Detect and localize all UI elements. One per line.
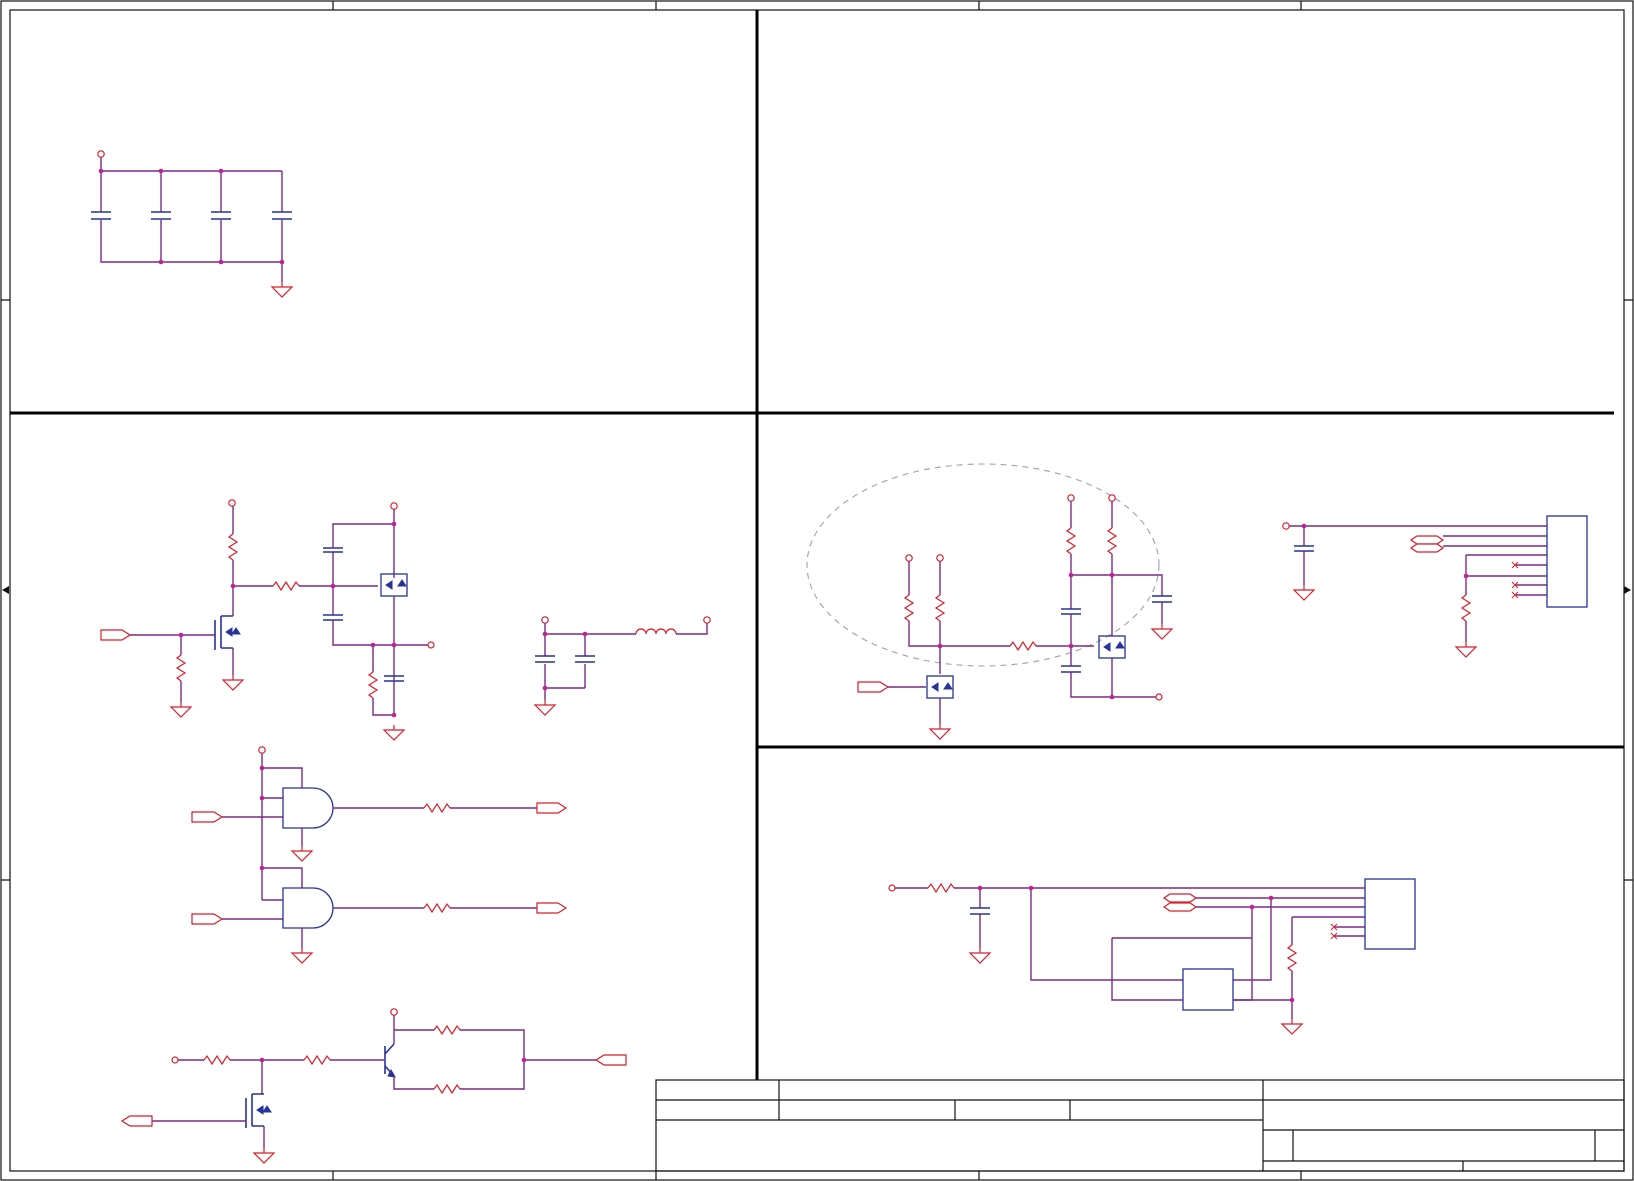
mosfet-load-switch [100,499,435,741]
mosfet-switch-circuit [806,463,1173,740]
resistor-r1 [903,594,915,622]
capacitor-c1 [91,211,111,220]
resistor-r8 [1286,944,1298,972]
supply-terminal [888,884,896,892]
resistor-pullup [227,533,239,561]
bus-port-1 [1409,535,1445,545]
capacitor-c3 [211,211,231,220]
lc-filter [534,616,711,716]
capacitor-c6 [1061,665,1081,673]
resistor-r3 [1009,640,1037,652]
and-gate-u2 [282,887,334,929]
resistor-r7 [927,882,955,894]
right-edge-arrow-icon [1624,586,1631,594]
resistor-r6 [1460,594,1472,622]
decoupling-capacitor-bank [91,150,293,298]
resistor-series-a [423,802,451,814]
capacitor-c2 [151,211,171,220]
enable-port [120,1115,153,1127]
resistor-base-2 [303,1054,331,1066]
capacitor-c7 [1152,595,1172,603]
connector-j2 [1364,878,1416,950]
npn-q3 [384,1043,395,1077]
resistor-r4 [1065,527,1077,555]
ic-u3 [1182,968,1234,1011]
bjt-driver [120,1008,627,1164]
schematic-sheet [0,0,1634,1181]
bus-port-4 [1162,902,1198,912]
resistor-pulldown [175,654,187,682]
resistor-gate [272,580,300,592]
capacitor-c5 [1061,608,1081,615]
bus-port-2 [1409,543,1445,553]
driver-input-terminal [171,1056,179,1064]
resistor-base-1 [203,1054,231,1066]
connector-j1-circuit [1282,515,1588,658]
capacitor-filter-1 [535,655,555,663]
connector-j1 [1546,515,1588,608]
resistor-r2 [934,594,946,622]
resistor-series-b [423,902,451,914]
capacitor-gate-bottom [323,614,343,621]
resistor-r5 [1106,527,1118,555]
driver-output-port [594,1054,627,1066]
no-connect-marks [1511,561,1519,599]
capacitor-gate-top [323,547,343,553]
capacitor-c9 [970,907,990,915]
no-connect-marks-2 [1330,923,1338,940]
capacitor-c4 [272,211,292,220]
resistor-collector [433,1024,461,1036]
output-b [536,902,568,914]
capacitor-c8 [1294,545,1314,552]
connector-j2-circuit [888,878,1416,1035]
sheet-frame [0,0,1634,1181]
and-gate-buffers [191,746,568,964]
inductor-l1 [635,628,677,635]
input-port-2 [857,681,890,693]
output-a [536,802,568,814]
input-a [191,811,224,823]
switch-output-terminal [1155,693,1163,701]
input-port [100,629,132,641]
resistor-bleed [367,671,379,699]
and-gate-u1 [282,787,334,829]
left-edge-arrow-icon [2,586,9,594]
resistor-emitter [433,1083,461,1095]
input-b [191,913,224,925]
output-terminal [427,641,435,649]
title-block [655,1079,1625,1172]
capacitor-filter-2 [575,655,595,663]
bus-port-3 [1162,893,1198,903]
